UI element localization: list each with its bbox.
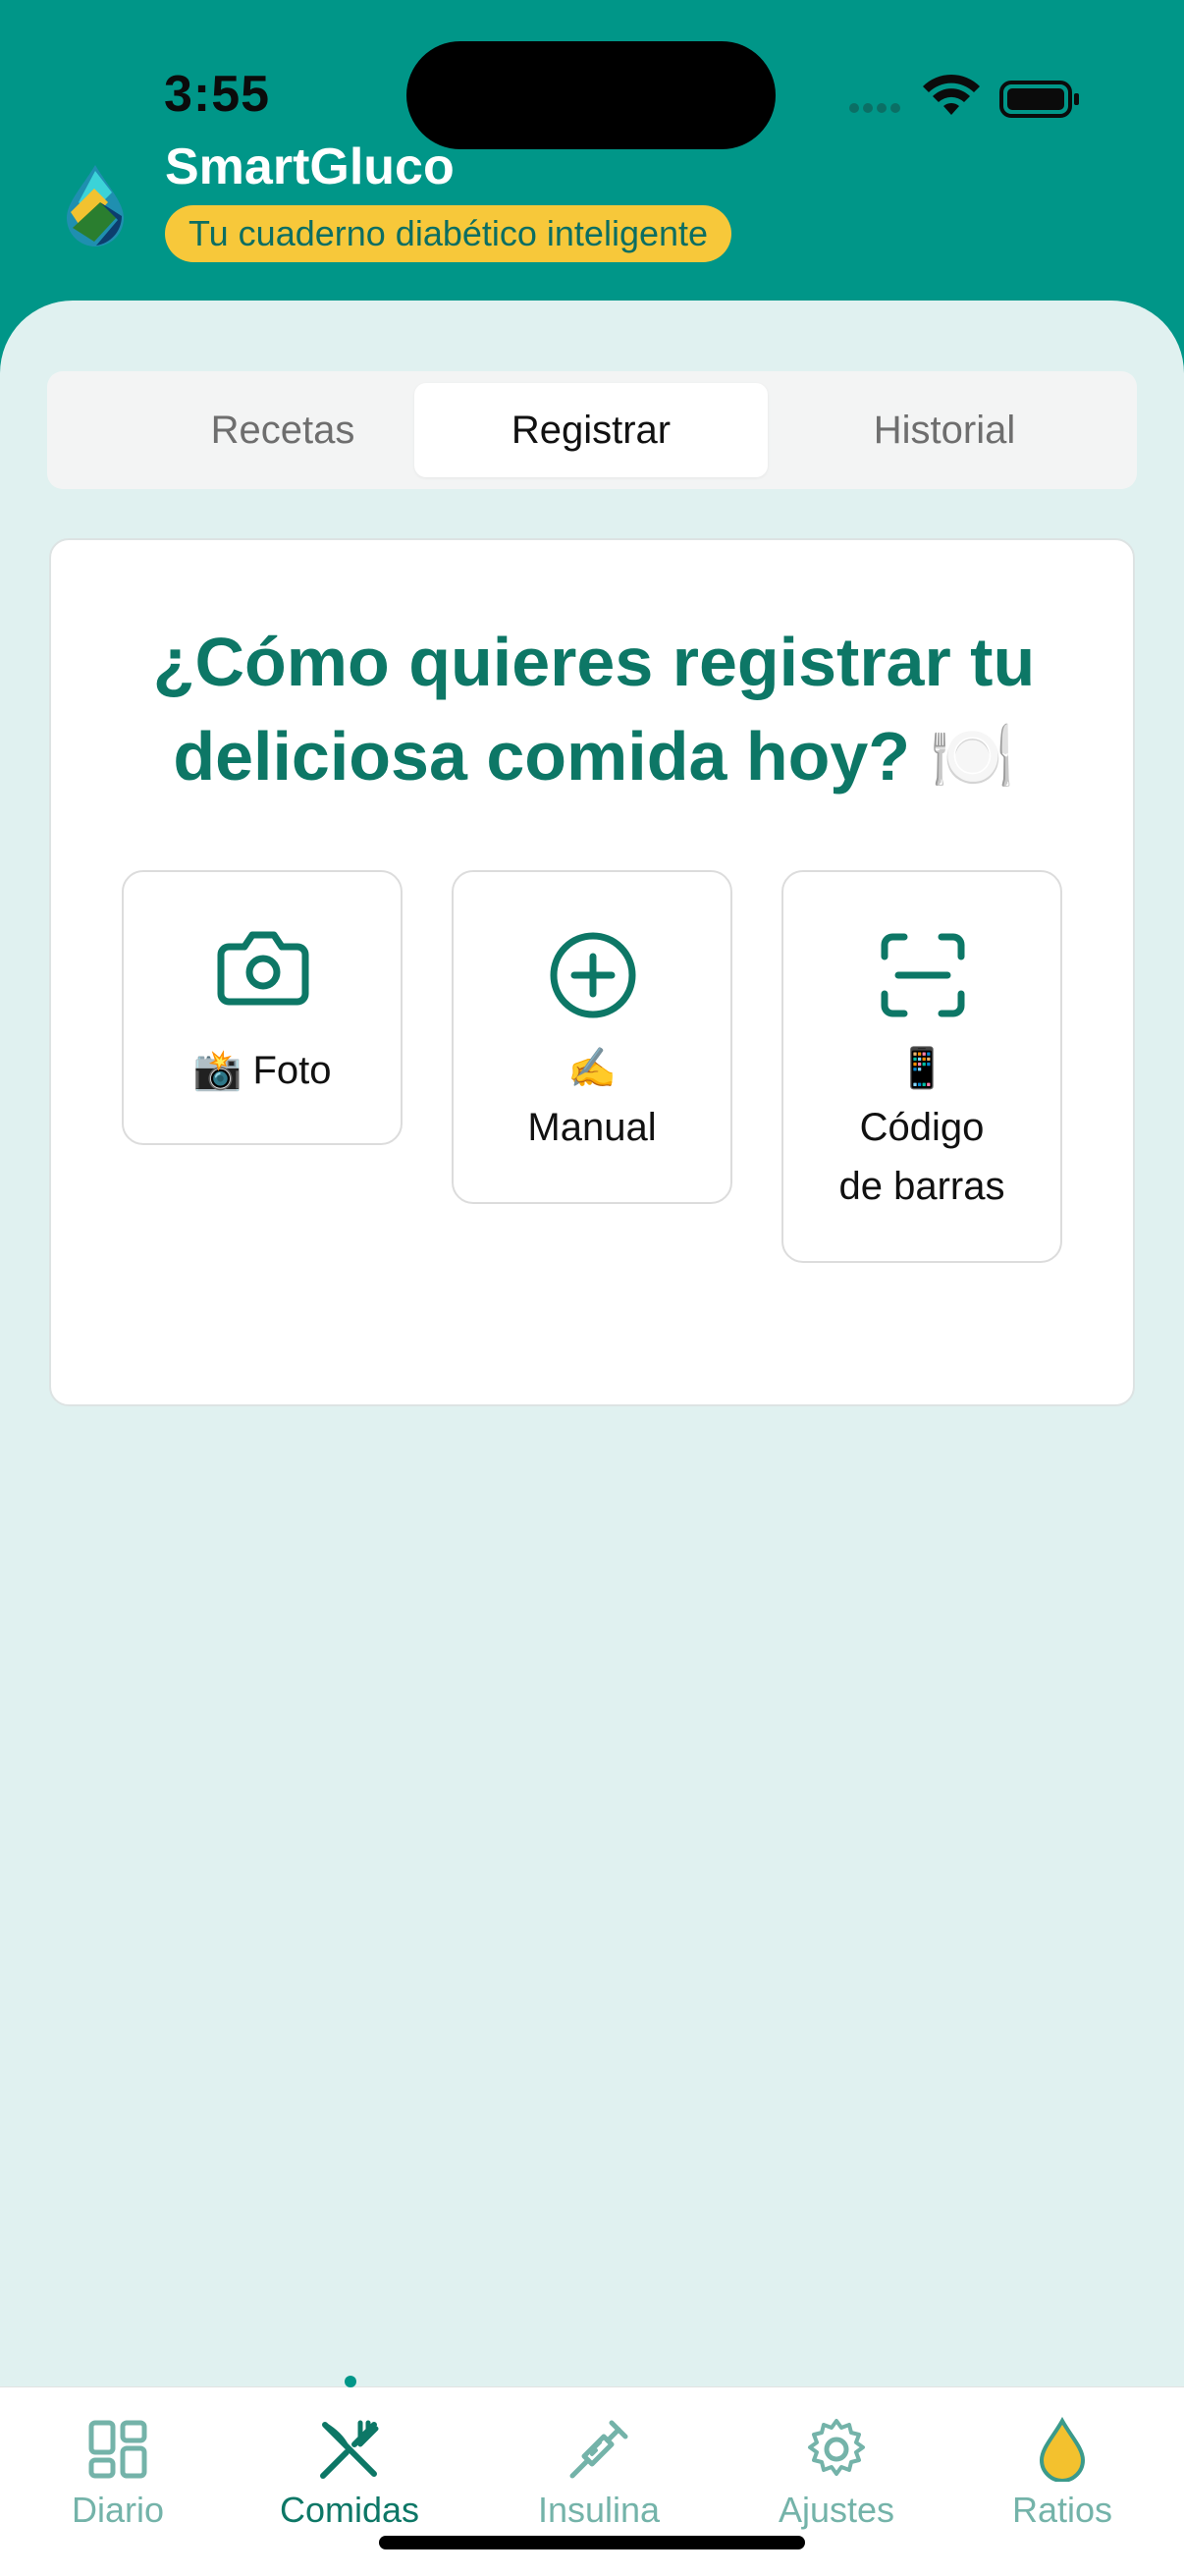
grid-icon [88, 2420, 147, 2479]
cellular-signal-icon [849, 103, 900, 113]
nav-label-comidas: Comidas [279, 2490, 420, 2530]
gear-icon [808, 2419, 865, 2476]
manual-option-label: Manual [527, 1106, 657, 1149]
nav-label-ratios: Ratios [1011, 2490, 1113, 2530]
utensils-icon [320, 2420, 379, 2479]
home-indicator [379, 2536, 805, 2549]
tab-recetas[interactable]: Recetas [106, 383, 459, 477]
nav-item-diario[interactable]: Diario [0, 2387, 236, 2576]
camera-icon [217, 931, 309, 1006]
register-question: ¿Cómo quieres registrar tu deliciosa com… [110, 615, 1078, 803]
barcode-emoji: 📱 [897, 1047, 946, 1090]
segmented-tabs: Recetas Registrar Historial [47, 371, 1137, 489]
barcode-option-label-line-1: Código [859, 1106, 985, 1149]
photo-text: Foto [252, 1049, 332, 1092]
status-time: 3:55 [164, 66, 271, 123]
app-title: SmartGluco [165, 138, 455, 195]
photo-option-label: 📸 Foto [124, 1041, 401, 1100]
nav-item-ratios[interactable]: Ratios [944, 2387, 1180, 2576]
nav-label-insulina: Insulina [537, 2490, 661, 2530]
nav-label-diario: Diario [71, 2490, 165, 2530]
battery-icon [999, 81, 1079, 118]
syringe-icon [569, 2420, 628, 2479]
manual-option-button[interactable]: ✍️ Manual [452, 870, 732, 1204]
app-tagline-badge: Tu cuaderno diabético inteligente [165, 205, 732, 262]
barcode-option-label-line-2: de barras [838, 1165, 1005, 1208]
question-line-2: deliciosa comida hoy? 🍽️ [173, 718, 1015, 795]
smartgluco-logo [67, 165, 124, 247]
drop-icon [1039, 2417, 1086, 2482]
tab-registrar[interactable]: Registrar [414, 383, 768, 477]
question-line-1: ¿Cómo quieres registrar tu [152, 624, 1036, 700]
status-icons [849, 74, 1079, 118]
dynamic-island [406, 41, 776, 149]
nav-label-ajustes: Ajustes [778, 2490, 895, 2530]
plus-circle-icon [550, 932, 636, 1018]
barcode-scan-icon [881, 933, 965, 1017]
manual-emoji: ✍️ [567, 1047, 617, 1090]
barcode-option-button[interactable]: 📱 Código de barras [781, 870, 1062, 1263]
nav-active-dot [345, 2376, 356, 2387]
wifi-icon [923, 74, 980, 115]
register-card: ¿Cómo quieres registrar tu deliciosa com… [49, 538, 1135, 1406]
photo-option-button[interactable]: 📸 Foto [122, 870, 403, 1145]
photo-emoji: 📸 [192, 1049, 242, 1092]
tab-historial[interactable]: Historial [768, 383, 1121, 477]
